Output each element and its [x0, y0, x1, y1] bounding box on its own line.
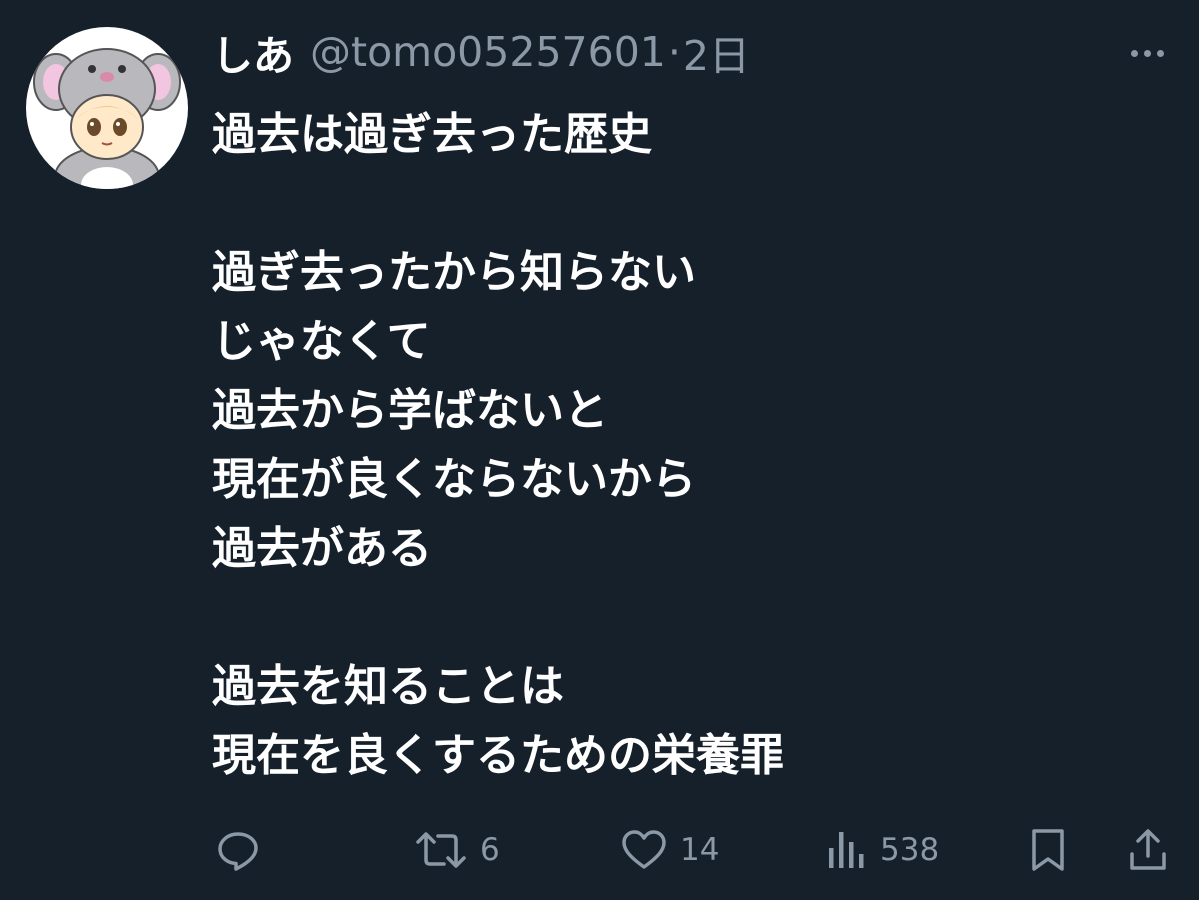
more-options-button[interactable] — [1124, 36, 1170, 70]
tweet-line: じゃなくて — [212, 316, 431, 367]
tweet-line: 現在が良くならないから — [212, 454, 696, 505]
more-dot-icon — [1130, 49, 1138, 57]
tweet-line: 過ぎ去ったから知らない — [212, 247, 696, 298]
tweet-header: しあ @tomo05257601 · 2日 — [212, 22, 750, 82]
user-handle[interactable]: @tomo05257601 — [310, 28, 666, 76]
retweet-button[interactable]: 6 — [414, 820, 500, 880]
like-count: 14 — [680, 832, 720, 868]
avatar[interactable] — [26, 27, 188, 189]
tweet-line: 過去を知ることは — [212, 661, 564, 712]
heart-icon — [622, 830, 666, 869]
tweet-line: 過去から学ばないと — [212, 385, 608, 436]
tweet-text: 過去は過ぎ去った歴史 過ぎ去ったから知らない じゃなくて 過去から学ばないと 現… — [212, 100, 1172, 790]
share-button[interactable] — [1124, 820, 1172, 880]
tweet-line: 過去がある — [212, 523, 432, 574]
timestamp[interactable]: 2日 — [683, 22, 750, 82]
action-bar: 6 14 538 — [0, 820, 1199, 880]
more-dot-icon — [1156, 49, 1164, 57]
bookmark-button[interactable] — [1028, 820, 1068, 880]
reply-icon — [218, 832, 258, 871]
bookmark-icon — [1032, 829, 1064, 871]
avatar-illustration — [33, 48, 181, 189]
views-icon — [829, 832, 864, 868]
display-name[interactable]: しあ — [212, 22, 294, 82]
retweet-count: 6 — [480, 832, 500, 868]
tweet-line: 現在を良くするための栄養罪 — [212, 730, 784, 781]
separator-dot: · — [667, 28, 681, 76]
views-count: 538 — [880, 832, 940, 868]
tweet: しあ @tomo05257601 · 2日 過去は過ぎ去った歴史 過ぎ去ったから… — [0, 0, 1199, 900]
views-button[interactable]: 538 — [824, 820, 939, 880]
more-dot-icon — [1143, 49, 1151, 57]
share-icon — [1130, 829, 1166, 870]
reply-button[interactable] — [214, 820, 262, 880]
tweet-line: 過去は過ぎ去った歴史 — [212, 109, 652, 160]
retweet-icon — [416, 832, 466, 868]
like-button[interactable]: 14 — [620, 820, 719, 880]
